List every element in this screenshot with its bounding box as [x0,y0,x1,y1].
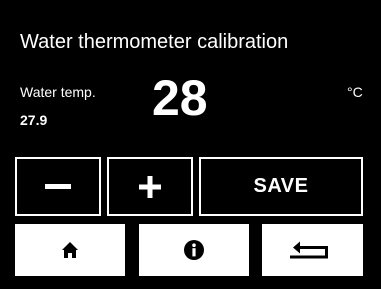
decrement-button[interactable] [15,157,101,216]
water-temp-label: Water temp. [20,84,96,100]
calibration-screen: Water thermometer calibration Water temp… [0,0,381,289]
plus-icon [139,175,161,198]
home-icon [61,241,79,259]
minus-icon [45,183,71,190]
page-title: Water thermometer calibration [20,31,289,53]
increment-button[interactable] [107,157,193,216]
water-temp-raw-value: 27.9 [20,112,48,128]
info-button[interactable] [139,224,249,276]
save-button-label: SAVE [253,175,309,197]
return-arrow-icon [289,241,336,259]
info-icon [184,240,204,260]
save-button[interactable]: SAVE [199,157,363,216]
temp-unit-label: °C [347,84,363,100]
water-temp-display-value: 28 [152,70,208,126]
back-button[interactable] [262,224,363,276]
home-button[interactable] [15,224,125,276]
